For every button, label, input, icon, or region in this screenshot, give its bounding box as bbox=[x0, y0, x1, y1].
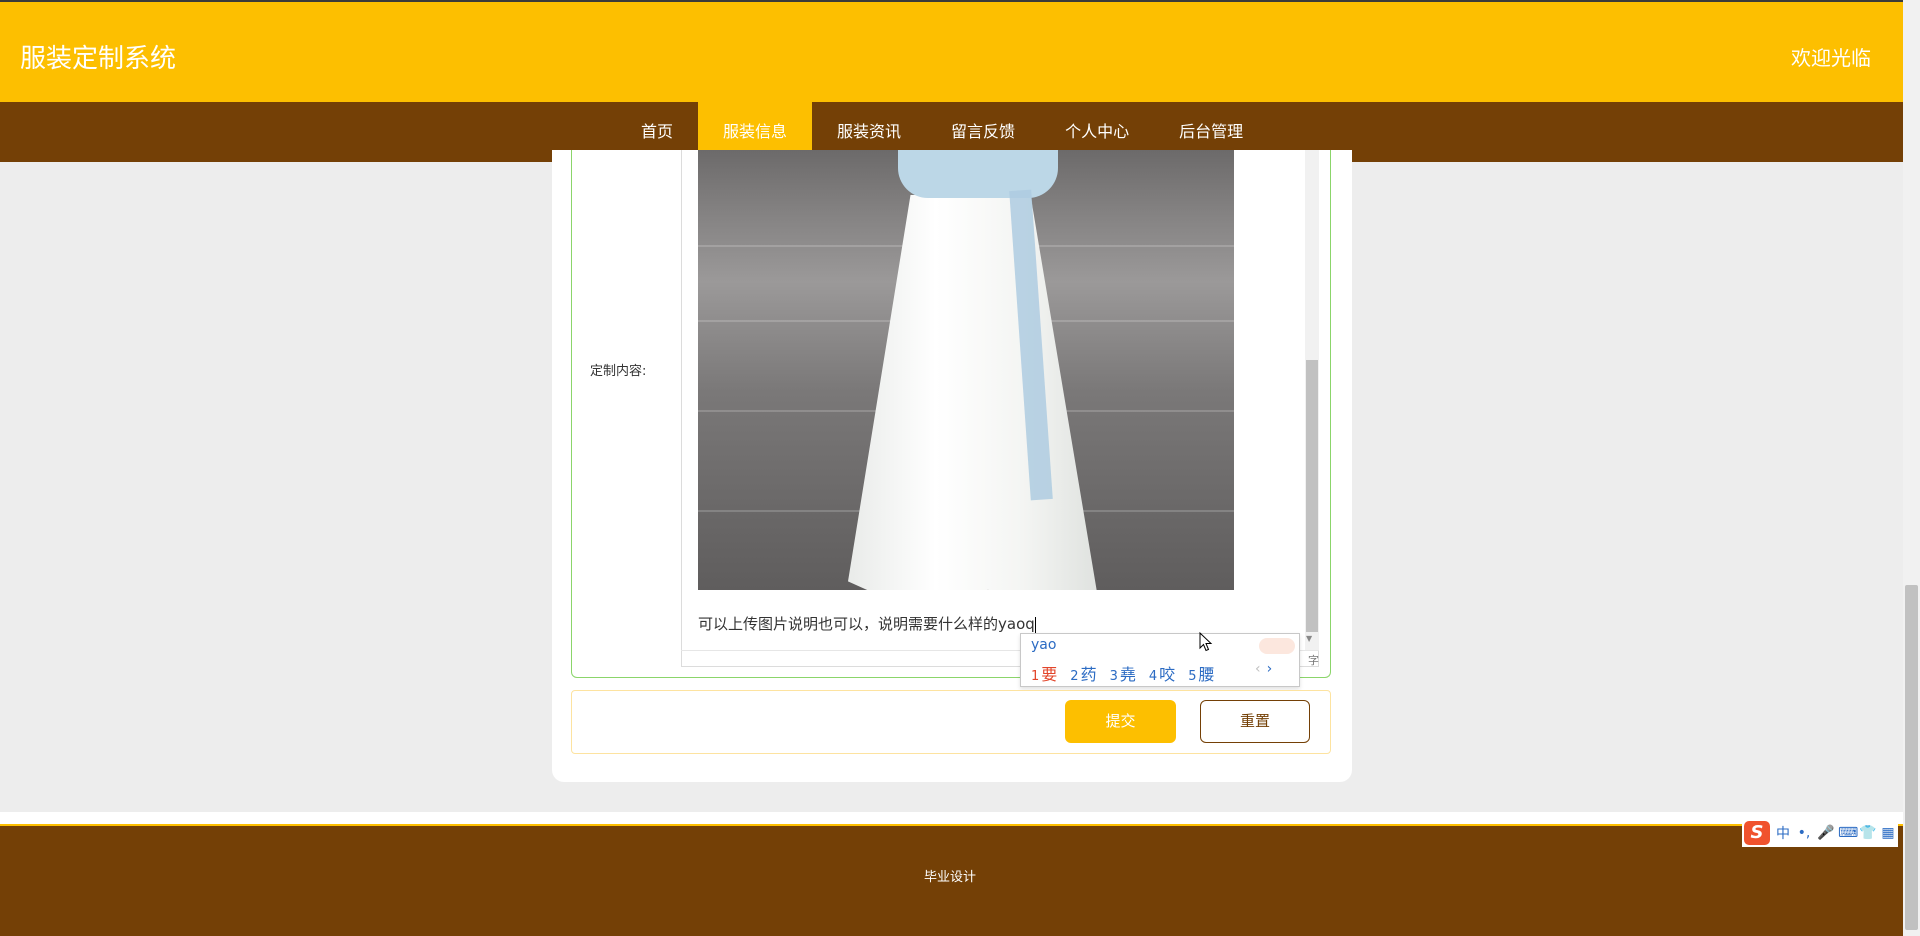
custom-content-label: 定制内容: bbox=[590, 364, 647, 379]
ime-toolbox-icon[interactable]: ▦ bbox=[1880, 825, 1896, 841]
ime-candidate[interactable]: 1要 bbox=[1031, 661, 1057, 685]
welcome-text: 欢迎光临 bbox=[1791, 46, 1871, 70]
sogou-logo-icon[interactable]: S bbox=[1744, 821, 1770, 845]
editor-scroll-thumb[interactable] bbox=[1306, 360, 1318, 632]
ime-status-toolbar: S 中 •, 🎤 ⌨ 👕 ▦ bbox=[1742, 819, 1898, 847]
ime-mode-chinese-icon[interactable]: 中 bbox=[1775, 823, 1791, 843]
mouse-cursor-icon bbox=[1199, 632, 1213, 652]
ime-pinyin-input: yao bbox=[1031, 637, 1057, 653]
page-scroll-thumb[interactable] bbox=[1905, 585, 1918, 930]
ime-candidate[interactable]: 5腰 bbox=[1188, 661, 1214, 685]
ime-punctuation-icon[interactable]: •, bbox=[1796, 825, 1812, 841]
word-count: 字 bbox=[1308, 654, 1319, 667]
ime-candidate[interactable]: 4咬 bbox=[1149, 661, 1175, 685]
ime-decoration bbox=[1259, 638, 1295, 654]
ime-next-page-icon[interactable]: › bbox=[1267, 661, 1273, 677]
content-bottom-strip bbox=[0, 812, 1903, 824]
ime-skin-icon[interactable]: 👕 bbox=[1859, 825, 1876, 841]
footer: 毕业设计 bbox=[0, 824, 1903, 936]
text-caret bbox=[1034, 616, 1036, 633]
ime-candidate[interactable]: 3堯 bbox=[1110, 661, 1136, 685]
ime-candidate[interactable]: 2药 bbox=[1070, 661, 1096, 685]
ime-keyboard-icon[interactable]: ⌨ bbox=[1838, 825, 1858, 841]
reset-button[interactable]: 重置 bbox=[1200, 700, 1310, 743]
ime-prev-page-icon[interactable]: ‹ bbox=[1255, 661, 1261, 677]
header-bar: 服装定制系统 欢迎光临 bbox=[0, 0, 1903, 102]
site-title: 服装定制系统 bbox=[20, 44, 177, 74]
footer-text: 毕业设计 bbox=[924, 870, 977, 885]
editor-text-content[interactable]: 可以上传图片说明也可以，说明需要什么样的yaoq bbox=[698, 613, 1036, 634]
submit-button[interactable]: 提交 bbox=[1065, 700, 1176, 743]
uploaded-dress-image bbox=[698, 150, 1234, 590]
ime-voice-icon[interactable]: 🎤 bbox=[1817, 825, 1834, 841]
ime-candidate-window: yao 1要 2药 3堯 4咬 5腰 ‹ › bbox=[1020, 633, 1300, 687]
scroll-down-arrow-icon[interactable]: ▼ bbox=[1306, 634, 1312, 643]
